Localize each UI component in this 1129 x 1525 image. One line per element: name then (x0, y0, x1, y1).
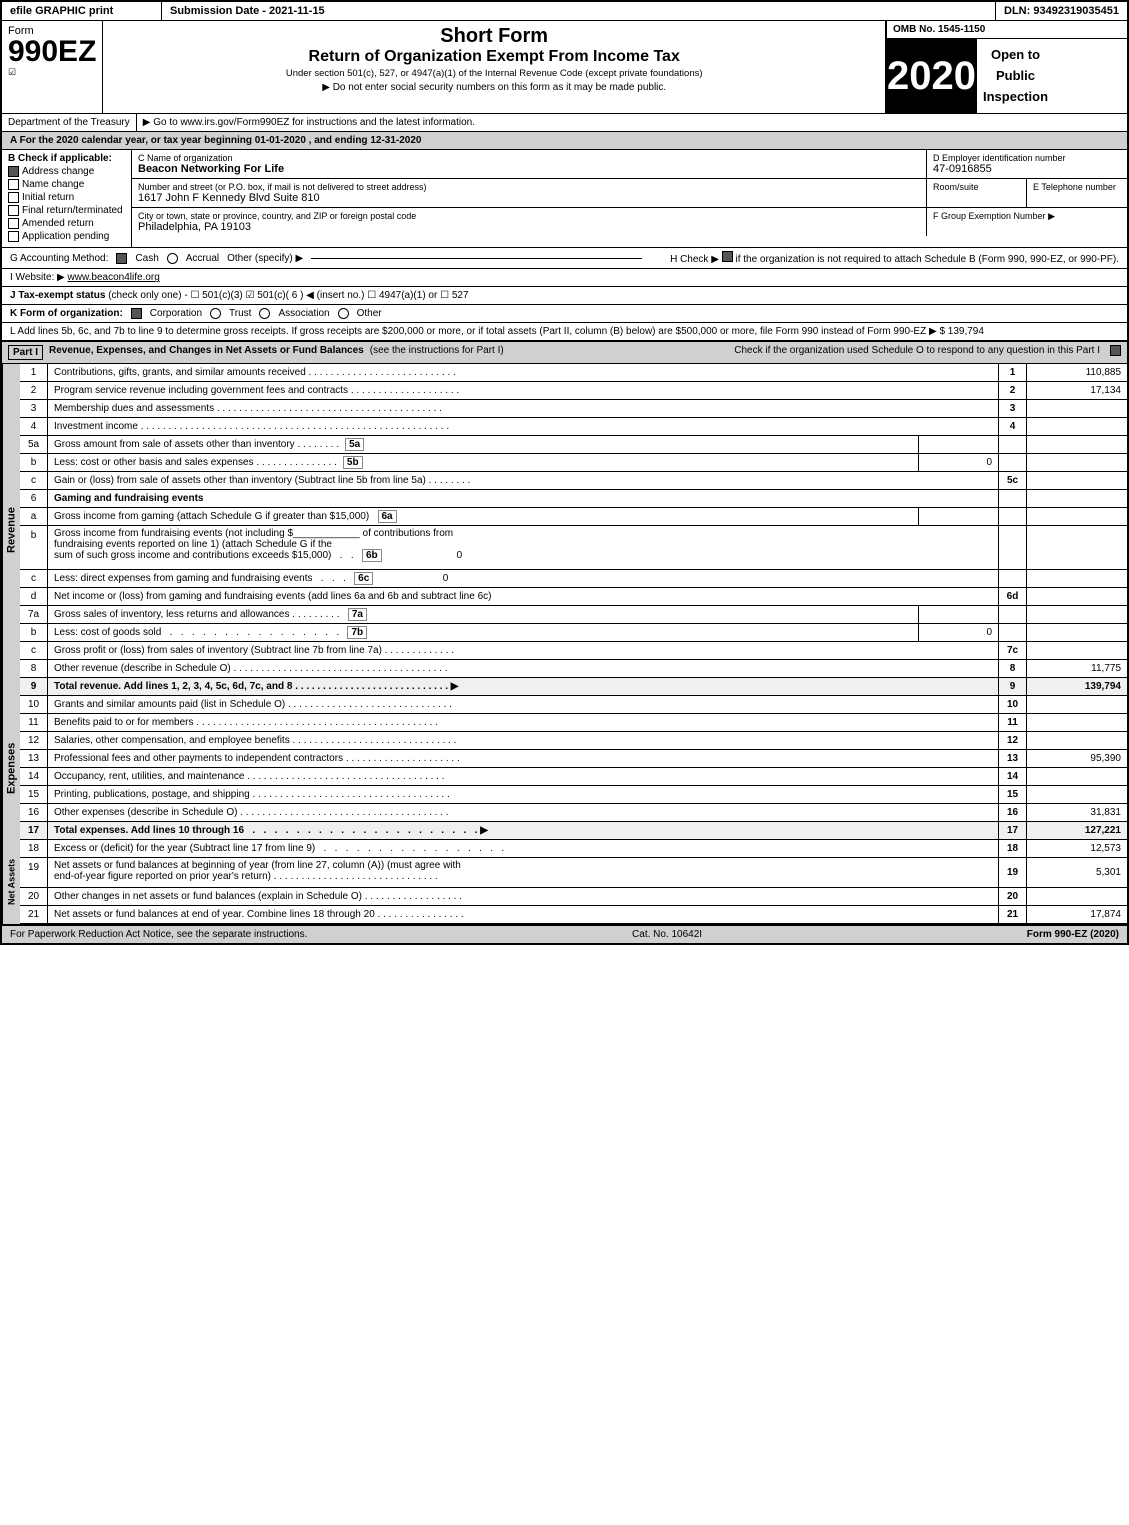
table-row: 4 Investment income . . . . . . . . . . … (20, 418, 1127, 436)
h-check-checkbox[interactable] (722, 251, 733, 262)
dept-treasury: Department of the Treasury (2, 114, 137, 131)
table-row: c Gross profit or (loss) from sales of i… (20, 642, 1127, 660)
table-row: 13 Professional fees and other payments … (20, 750, 1127, 768)
table-row: 15 Printing, publications, postage, and … (20, 786, 1127, 804)
expenses-side-label: Expenses (2, 696, 20, 840)
part1-header: Part I Revenue, Expenses, and Changes in… (2, 342, 1127, 364)
form-under-section: Under section 501(c), 527, or 4947(a)(1)… (105, 68, 883, 79)
address-section: Number and street (or P.O. box, if mail … (132, 179, 927, 207)
application-pending-check[interactable]: Application pending (8, 231, 125, 242)
tax-status-row: J Tax-exempt status (check only one) - ☐… (2, 287, 1127, 305)
final-return-checkbox[interactable] (8, 205, 19, 216)
table-row: c Gain or (loss) from sale of assets oth… (20, 472, 1127, 490)
accounting-row: G Accounting Method: Cash Accrual Other … (2, 248, 1127, 269)
table-row: 16 Other expenses (describe in Schedule … (20, 804, 1127, 822)
table-row: 19 Net assets or fund balances at beginn… (20, 858, 1127, 888)
corp-checkbox[interactable] (131, 308, 142, 319)
revenue-side-label: Revenue (2, 364, 20, 696)
form-number-section: Form 990EZ ☑ (2, 21, 103, 113)
table-row: 21 Net assets or fund balances at end of… (20, 906, 1127, 924)
city-section: City or town, state or province, country… (132, 208, 927, 236)
year-box: 2020 (887, 39, 977, 113)
check-applicable-col: B Check if applicable: Address change Na… (2, 150, 132, 247)
name-change-check[interactable]: Name change (8, 179, 125, 190)
final-return-check[interactable]: Final return/terminated (8, 205, 125, 216)
paperwork-notice: For Paperwork Reduction Act Notice, see … (10, 929, 307, 940)
website-value[interactable]: www.beacon4life.org (68, 272, 160, 283)
table-row: 6 Gaming and fundraising events (20, 490, 1127, 508)
table-row: 3 Membership dues and assessments . . . … (20, 400, 1127, 418)
amended-return-checkbox[interactable] (8, 218, 19, 229)
application-pending-checkbox[interactable] (8, 231, 19, 242)
form-990ez-label: 990EZ (8, 37, 96, 67)
table-row: d Net income or (loss) from gaming and f… (20, 588, 1127, 606)
table-row: 20 Other changes in net assets or fund b… (20, 888, 1127, 906)
table-row: 5a Gross amount from sale of assets othe… (20, 436, 1127, 454)
net-assets-side-label: Net Assets (2, 840, 20, 924)
accrual-radio[interactable] (167, 253, 178, 264)
table-row: 18 Excess or (deficit) for the year (Sub… (20, 840, 1127, 858)
table-row: 1 Contributions, gifts, grants, and simi… (20, 364, 1127, 382)
instructions-link[interactable]: ▶ Go to www.irs.gov/Form990EZ for instru… (137, 114, 1127, 131)
table-row: 17 Total expenses. Add lines 10 through … (20, 822, 1127, 840)
initial-return-check[interactable]: Initial return (8, 192, 125, 203)
omb-number: OMB No. 1545-1150 (887, 21, 1127, 39)
efile-cell: efile GRAPHIC print (2, 2, 162, 20)
cash-checkbox[interactable] (116, 253, 127, 264)
room-section: Room/suite (927, 179, 1027, 207)
table-row: 9 Total revenue. Add lines 1, 2, 3, 4, 5… (20, 678, 1127, 696)
form-org-row: K Form of organization: Corporation Trus… (2, 305, 1127, 323)
table-row: 11 Benefits paid to or for members . . .… (20, 714, 1127, 732)
table-row: c Less: direct expenses from gaming and … (20, 570, 1127, 588)
table-row: a Gross income from gaming (attach Sched… (20, 508, 1127, 526)
table-row: 8 Other revenue (describe in Schedule O)… (20, 660, 1127, 678)
assoc-radio[interactable] (259, 308, 270, 319)
table-row: b Less: cost of goods sold . . . . . . .… (20, 624, 1127, 642)
website-row: I Website: ▶ www.beacon4life.org (2, 269, 1127, 287)
name-change-checkbox[interactable] (8, 179, 19, 190)
open-to-public: Open to Public Inspection (977, 39, 1054, 113)
footer-bar: For Paperwork Reduction Act Notice, see … (2, 924, 1127, 943)
submission-cell: Submission Date - 2021-11-15 (162, 2, 996, 20)
address-change-checkbox[interactable] (8, 166, 19, 177)
initial-return-checkbox[interactable] (8, 192, 19, 203)
form-subtitle: Return of Organization Exempt From Incom… (105, 48, 883, 66)
table-row: 10 Grants and similar amounts paid (list… (20, 696, 1127, 714)
table-row: 14 Occupancy, rent, utilities, and maint… (20, 768, 1127, 786)
address-change-check[interactable]: Address change (8, 166, 125, 177)
trust-radio[interactable] (210, 308, 221, 319)
form-short-form-title: Short Form (105, 25, 883, 48)
gross-receipts-row: L Add lines 5b, 6c, and 7b to line 9 to … (2, 323, 1127, 342)
table-row: 7a Gross sales of inventory, less return… (20, 606, 1127, 624)
table-row: 12 Salaries, other compensation, and emp… (20, 732, 1127, 750)
org-name-section: C Name of organization Beacon Networking… (132, 150, 927, 178)
other-org-radio[interactable] (338, 308, 349, 319)
form-ssn-notice: ▶ Do not enter social security numbers o… (105, 82, 883, 93)
table-row: b Less: cost or other basis and sales ex… (20, 454, 1127, 472)
ein-section: D Employer identification number 47-0916… (927, 150, 1127, 178)
phone-section: E Telephone number (1027, 179, 1127, 207)
tax-year-row: A For the 2020 calendar year, or tax yea… (2, 132, 1127, 150)
cat-no: Cat. No. 10642I (632, 929, 702, 940)
schedule-o-checkbox[interactable] (1110, 345, 1121, 356)
table-row: b Gross income from fundraising events (… (20, 526, 1127, 570)
group-section: F Group Exemption Number ▶ (927, 208, 1127, 236)
table-row: 2 Program service revenue including gove… (20, 382, 1127, 400)
form-ref: Form 990-EZ (2020) (1027, 929, 1119, 940)
dln-cell: DLN: 93492319035451 (996, 2, 1127, 20)
amended-return-check[interactable]: Amended return (8, 218, 125, 229)
